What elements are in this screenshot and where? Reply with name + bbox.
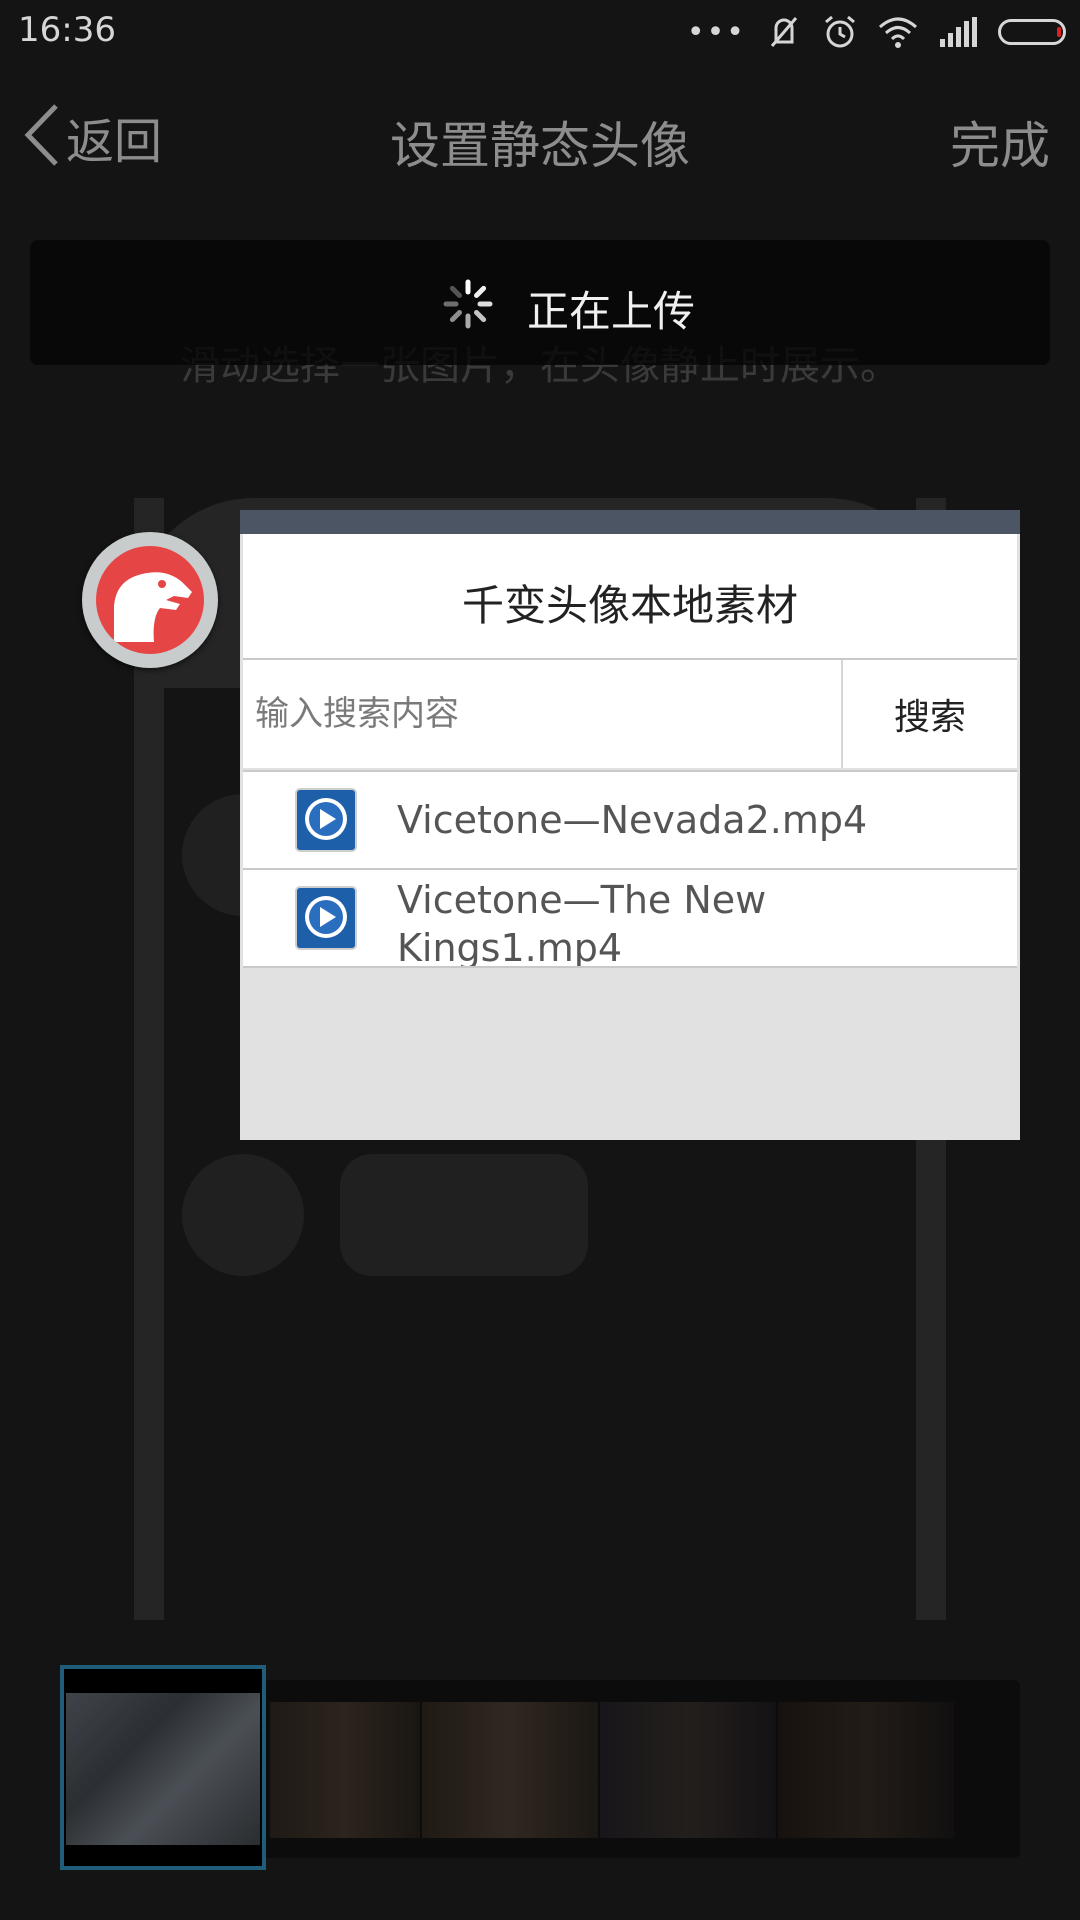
title-bar: 返回 设置静态头像 完成 (0, 62, 1080, 210)
search-box (243, 660, 843, 768)
page-title: 设置静态头像 (390, 117, 690, 175)
video-frame[interactable] (422, 1702, 598, 1838)
search-input[interactable] (255, 660, 835, 768)
done-button[interactable]: 完成 (950, 106, 1050, 178)
file-name: Vicetone—The New Kings1.mp4 (397, 878, 767, 968)
list-item[interactable]: Vicetone—Nevada2.mp4 (243, 770, 1017, 868)
floating-app-icon[interactable] (82, 532, 218, 668)
local-materials-dialog: 千变头像本地素材 搜索 Vicetone—Nevada2.mp4 (240, 510, 1020, 1140)
dialog-header-bar (240, 510, 1020, 534)
video-file-icon (295, 788, 357, 854)
selected-frame-thumbnail (66, 1693, 260, 1845)
upload-toast: 正在上传 (30, 240, 1050, 365)
signal-icon (938, 17, 978, 47)
video-frame[interactable] (600, 1702, 776, 1838)
selected-frame[interactable] (60, 1665, 266, 1870)
status-time: 16:36 (18, 10, 116, 50)
status-bar: 16:36 ••• (0, 0, 1080, 62)
file-list: Vicetone—Nevada2.mp4 Vicetone—The New Ki… (243, 770, 1017, 968)
wifi-icon (878, 15, 918, 49)
video-frame[interactable] (778, 1702, 954, 1838)
dialog-title-row: 千变头像本地素材 (243, 534, 1017, 660)
status-icons: ••• (687, 12, 1066, 52)
video-frame[interactable] (270, 1702, 420, 1838)
video-file-icon (295, 886, 357, 952)
dinosaur-logo-icon (96, 546, 204, 654)
vibrate-off-icon (766, 14, 802, 50)
list-item[interactable]: Vicetone—The New Kings1.mp4 (243, 868, 1017, 968)
upload-status-text: 正在上传 (527, 287, 696, 336)
battery-icon (998, 19, 1066, 45)
more-notifications-icon: ••• (686, 14, 746, 50)
file-name: Vicetone—Nevada2.mp4 (397, 798, 868, 842)
preview-avatar (182, 1154, 304, 1276)
search-button[interactable]: 搜索 (843, 660, 1017, 768)
loading-spinner-icon (442, 278, 494, 330)
dialog-title: 千变头像本地素材 (461, 581, 798, 630)
preview-chat-bubble (340, 1154, 588, 1276)
alarm-icon (822, 14, 858, 50)
